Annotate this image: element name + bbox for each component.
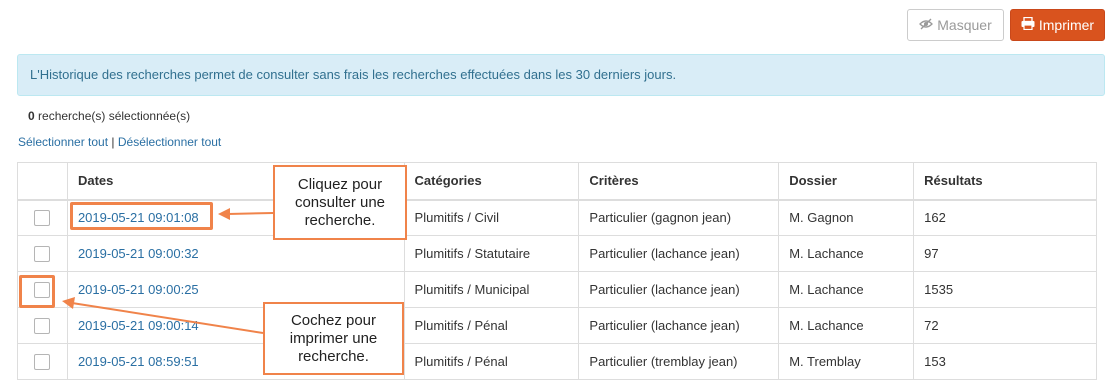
print-annotation-line: imprimer une xyxy=(289,329,378,347)
print-annotation: Cochez pour imprimer une recherche. xyxy=(263,302,404,375)
consult-annotation: Cliquez pour consulter une recherche. xyxy=(273,165,407,240)
consult-annotation-line: consulter une xyxy=(294,193,386,211)
consult-annotation-line: Cliquez pour xyxy=(297,175,383,193)
print-annotation-line: Cochez pour xyxy=(290,311,377,329)
consult-annotation-line: recherche. xyxy=(304,211,376,229)
annotation-arrows xyxy=(62,208,274,334)
print-annotation-line: recherche. xyxy=(298,347,369,365)
